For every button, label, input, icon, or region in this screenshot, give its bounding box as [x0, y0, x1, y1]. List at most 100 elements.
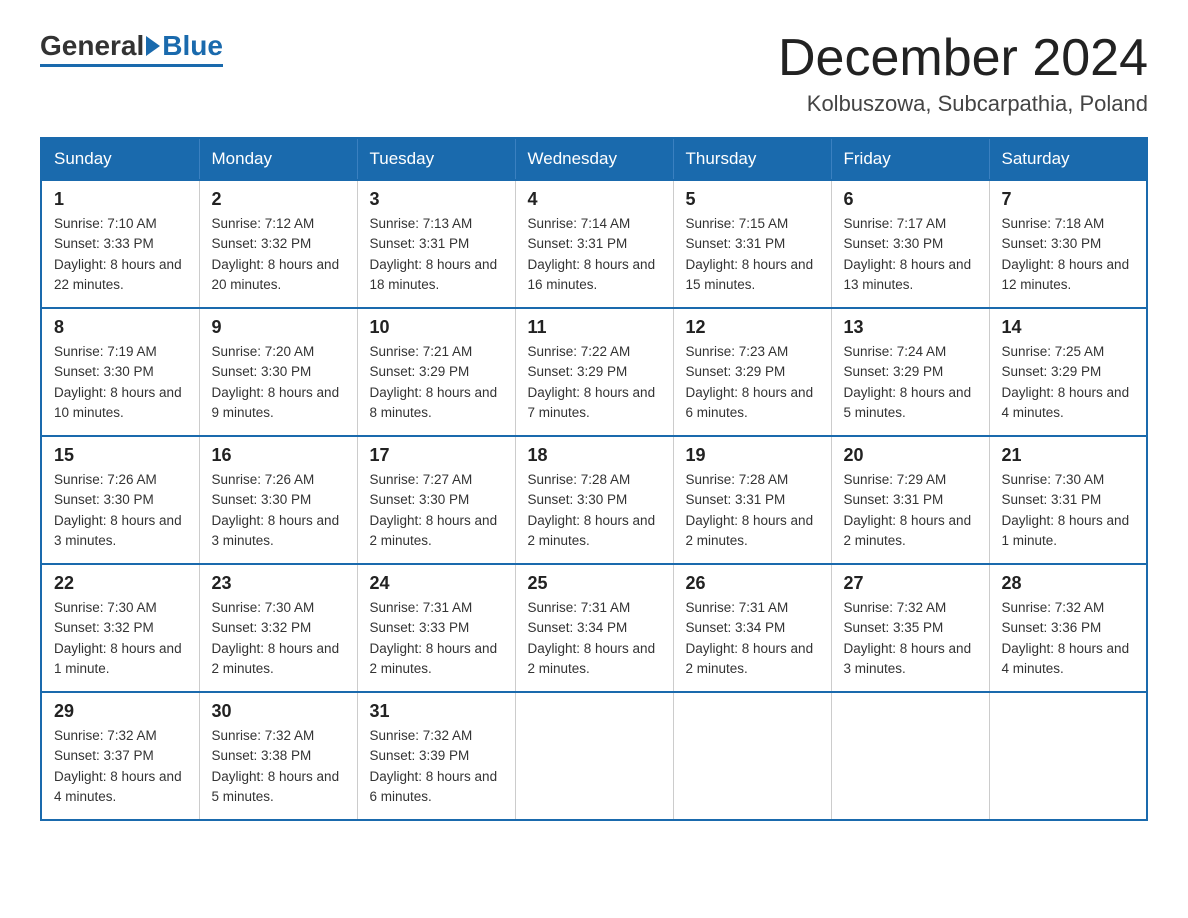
calendar-cell: [989, 692, 1147, 820]
day-number: 12: [686, 317, 819, 338]
day-number: 31: [370, 701, 503, 722]
day-info: Sunrise: 7:31 AMSunset: 3:33 PMDaylight:…: [370, 600, 498, 676]
calendar-cell: 13 Sunrise: 7:24 AMSunset: 3:29 PMDaylig…: [831, 308, 989, 436]
day-info: Sunrise: 7:29 AMSunset: 3:31 PMDaylight:…: [844, 472, 972, 548]
subtitle: Kolbuszowa, Subcarpathia, Poland: [778, 91, 1148, 117]
calendar-day-header: Saturday: [989, 138, 1147, 180]
title-section: December 2024 Kolbuszowa, Subcarpathia, …: [778, 30, 1148, 117]
calendar-cell: 20 Sunrise: 7:29 AMSunset: 3:31 PMDaylig…: [831, 436, 989, 564]
calendar-cell: 12 Sunrise: 7:23 AMSunset: 3:29 PMDaylig…: [673, 308, 831, 436]
calendar-cell: 15 Sunrise: 7:26 AMSunset: 3:30 PMDaylig…: [41, 436, 199, 564]
calendar-cell: 5 Sunrise: 7:15 AMSunset: 3:31 PMDayligh…: [673, 180, 831, 308]
calendar-cell: 28 Sunrise: 7:32 AMSunset: 3:36 PMDaylig…: [989, 564, 1147, 692]
calendar-cell: 6 Sunrise: 7:17 AMSunset: 3:30 PMDayligh…: [831, 180, 989, 308]
calendar-cell: 17 Sunrise: 7:27 AMSunset: 3:30 PMDaylig…: [357, 436, 515, 564]
day-info: Sunrise: 7:27 AMSunset: 3:30 PMDaylight:…: [370, 472, 498, 548]
calendar-cell: 2 Sunrise: 7:12 AMSunset: 3:32 PMDayligh…: [199, 180, 357, 308]
day-number: 4: [528, 189, 661, 210]
calendar-day-header: Tuesday: [357, 138, 515, 180]
calendar-cell: 22 Sunrise: 7:30 AMSunset: 3:32 PMDaylig…: [41, 564, 199, 692]
calendar-cell: 23 Sunrise: 7:30 AMSunset: 3:32 PMDaylig…: [199, 564, 357, 692]
calendar-header-row: SundayMondayTuesdayWednesdayThursdayFrid…: [41, 138, 1147, 180]
day-info: Sunrise: 7:26 AMSunset: 3:30 PMDaylight:…: [54, 472, 182, 548]
day-info: Sunrise: 7:28 AMSunset: 3:30 PMDaylight:…: [528, 472, 656, 548]
day-info: Sunrise: 7:21 AMSunset: 3:29 PMDaylight:…: [370, 344, 498, 420]
logo-underline: [40, 64, 223, 67]
day-number: 1: [54, 189, 187, 210]
calendar-cell: [673, 692, 831, 820]
day-info: Sunrise: 7:10 AMSunset: 3:33 PMDaylight:…: [54, 216, 182, 292]
day-number: 2: [212, 189, 345, 210]
calendar-cell: 21 Sunrise: 7:30 AMSunset: 3:31 PMDaylig…: [989, 436, 1147, 564]
calendar-cell: 18 Sunrise: 7:28 AMSunset: 3:30 PMDaylig…: [515, 436, 673, 564]
main-title: December 2024: [778, 30, 1148, 87]
calendar-cell: 11 Sunrise: 7:22 AMSunset: 3:29 PMDaylig…: [515, 308, 673, 436]
day-number: 5: [686, 189, 819, 210]
day-number: 13: [844, 317, 977, 338]
day-number: 17: [370, 445, 503, 466]
calendar-week-row: 1 Sunrise: 7:10 AMSunset: 3:33 PMDayligh…: [41, 180, 1147, 308]
day-info: Sunrise: 7:14 AMSunset: 3:31 PMDaylight:…: [528, 216, 656, 292]
day-info: Sunrise: 7:18 AMSunset: 3:30 PMDaylight:…: [1002, 216, 1130, 292]
calendar-week-row: 15 Sunrise: 7:26 AMSunset: 3:30 PMDaylig…: [41, 436, 1147, 564]
calendar-cell: [515, 692, 673, 820]
day-info: Sunrise: 7:32 AMSunset: 3:36 PMDaylight:…: [1002, 600, 1130, 676]
logo-triangle-icon: [146, 36, 160, 56]
calendar-week-row: 22 Sunrise: 7:30 AMSunset: 3:32 PMDaylig…: [41, 564, 1147, 692]
calendar-cell: 31 Sunrise: 7:32 AMSunset: 3:39 PMDaylig…: [357, 692, 515, 820]
calendar-cell: 7 Sunrise: 7:18 AMSunset: 3:30 PMDayligh…: [989, 180, 1147, 308]
day-number: 27: [844, 573, 977, 594]
day-number: 30: [212, 701, 345, 722]
day-number: 29: [54, 701, 187, 722]
day-info: Sunrise: 7:31 AMSunset: 3:34 PMDaylight:…: [528, 600, 656, 676]
calendar-cell: 30 Sunrise: 7:32 AMSunset: 3:38 PMDaylig…: [199, 692, 357, 820]
calendar-cell: 29 Sunrise: 7:32 AMSunset: 3:37 PMDaylig…: [41, 692, 199, 820]
day-info: Sunrise: 7:32 AMSunset: 3:37 PMDaylight:…: [54, 728, 182, 804]
day-info: Sunrise: 7:15 AMSunset: 3:31 PMDaylight:…: [686, 216, 814, 292]
day-info: Sunrise: 7:19 AMSunset: 3:30 PMDaylight:…: [54, 344, 182, 420]
day-number: 14: [1002, 317, 1135, 338]
day-number: 10: [370, 317, 503, 338]
calendar-cell: 10 Sunrise: 7:21 AMSunset: 3:29 PMDaylig…: [357, 308, 515, 436]
day-info: Sunrise: 7:22 AMSunset: 3:29 PMDaylight:…: [528, 344, 656, 420]
day-number: 19: [686, 445, 819, 466]
day-info: Sunrise: 7:32 AMSunset: 3:39 PMDaylight:…: [370, 728, 498, 804]
day-number: 9: [212, 317, 345, 338]
calendar-cell: [831, 692, 989, 820]
calendar-week-row: 8 Sunrise: 7:19 AMSunset: 3:30 PMDayligh…: [41, 308, 1147, 436]
page-header: General Blue December 2024 Kolbuszowa, S…: [40, 30, 1148, 117]
calendar-cell: 26 Sunrise: 7:31 AMSunset: 3:34 PMDaylig…: [673, 564, 831, 692]
day-number: 28: [1002, 573, 1135, 594]
calendar-cell: 3 Sunrise: 7:13 AMSunset: 3:31 PMDayligh…: [357, 180, 515, 308]
day-info: Sunrise: 7:26 AMSunset: 3:30 PMDaylight:…: [212, 472, 340, 548]
calendar-cell: 4 Sunrise: 7:14 AMSunset: 3:31 PMDayligh…: [515, 180, 673, 308]
day-number: 6: [844, 189, 977, 210]
logo-general-text: General: [40, 30, 144, 62]
calendar-cell: 16 Sunrise: 7:26 AMSunset: 3:30 PMDaylig…: [199, 436, 357, 564]
calendar-day-header: Friday: [831, 138, 989, 180]
day-info: Sunrise: 7:32 AMSunset: 3:35 PMDaylight:…: [844, 600, 972, 676]
day-number: 8: [54, 317, 187, 338]
logo-blue-text: Blue: [162, 30, 223, 62]
calendar-cell: 24 Sunrise: 7:31 AMSunset: 3:33 PMDaylig…: [357, 564, 515, 692]
day-number: 24: [370, 573, 503, 594]
logo: General Blue: [40, 30, 223, 67]
calendar-day-header: Sunday: [41, 138, 199, 180]
day-info: Sunrise: 7:17 AMSunset: 3:30 PMDaylight:…: [844, 216, 972, 292]
day-info: Sunrise: 7:13 AMSunset: 3:31 PMDaylight:…: [370, 216, 498, 292]
calendar-day-header: Thursday: [673, 138, 831, 180]
day-info: Sunrise: 7:28 AMSunset: 3:31 PMDaylight:…: [686, 472, 814, 548]
day-info: Sunrise: 7:30 AMSunset: 3:32 PMDaylight:…: [54, 600, 182, 676]
day-info: Sunrise: 7:31 AMSunset: 3:34 PMDaylight:…: [686, 600, 814, 676]
day-info: Sunrise: 7:30 AMSunset: 3:31 PMDaylight:…: [1002, 472, 1130, 548]
calendar-cell: 14 Sunrise: 7:25 AMSunset: 3:29 PMDaylig…: [989, 308, 1147, 436]
day-number: 25: [528, 573, 661, 594]
calendar-cell: 19 Sunrise: 7:28 AMSunset: 3:31 PMDaylig…: [673, 436, 831, 564]
calendar-day-header: Wednesday: [515, 138, 673, 180]
day-number: 3: [370, 189, 503, 210]
calendar-cell: 25 Sunrise: 7:31 AMSunset: 3:34 PMDaylig…: [515, 564, 673, 692]
calendar-cell: 9 Sunrise: 7:20 AMSunset: 3:30 PMDayligh…: [199, 308, 357, 436]
day-info: Sunrise: 7:30 AMSunset: 3:32 PMDaylight:…: [212, 600, 340, 676]
day-number: 23: [212, 573, 345, 594]
calendar-cell: 8 Sunrise: 7:19 AMSunset: 3:30 PMDayligh…: [41, 308, 199, 436]
